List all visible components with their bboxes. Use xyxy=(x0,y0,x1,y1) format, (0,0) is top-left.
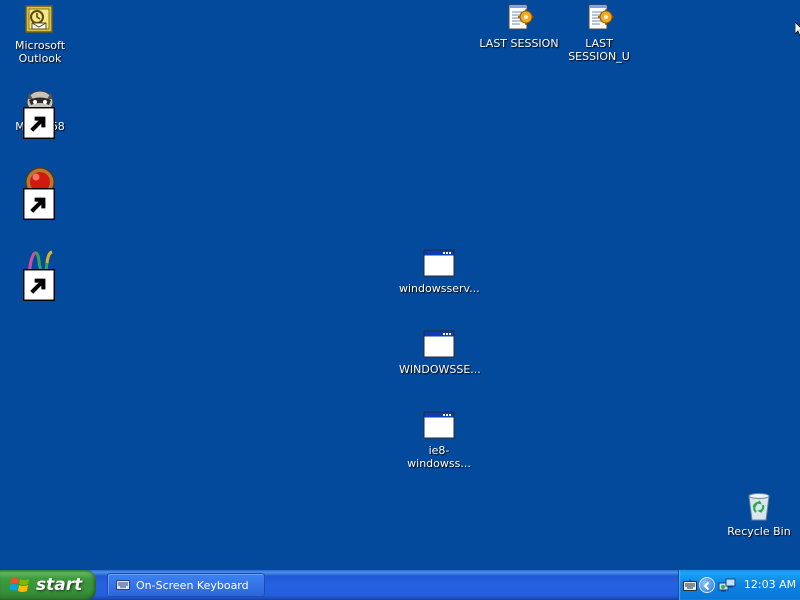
desktop-icon-pego[interactable]: Pego xyxy=(0,166,80,220)
clock[interactable]: 12:03 AM xyxy=(741,570,799,600)
desktop-icon-mypal-68[interactable]: MyPal 68 xyxy=(0,85,80,139)
desktop-icon-label: LAST SESSION_U xyxy=(568,37,630,63)
desktop-icon-ie8-windowss[interactable]: ie8-windowss... xyxy=(399,409,479,470)
desktop-icon-windowsserv[interactable]: windowsserv... xyxy=(399,247,480,295)
network-icon[interactable] xyxy=(718,577,736,593)
desktop-icon-label: Recycle Bin xyxy=(727,525,791,538)
desktop-icon-recycle-bin[interactable]: Recycle Bin xyxy=(719,490,799,538)
keyboard-tray-icon[interactable] xyxy=(683,579,697,591)
shortcut-arrow-icon xyxy=(23,269,55,301)
taskbar: start On-Screen Keyboard 12:03 AM xyxy=(0,570,800,600)
desktop-icon-last-session[interactable]: LAST SESSION xyxy=(479,2,559,50)
text-document-gear-icon xyxy=(503,2,535,34)
desktop[interactable]: Microsoft Outlook MyPal 68 xyxy=(0,0,800,570)
start-label: start xyxy=(36,575,83,595)
show-hidden-icons-chevron-icon[interactable] xyxy=(699,577,715,593)
desktop-icon-last-session-u[interactable]: LAST SESSION_U xyxy=(559,2,639,63)
taskbar-button-on-screen-keyboard[interactable]: On-Screen Keyboard xyxy=(107,573,265,597)
mypal-raccoon-icon xyxy=(23,85,56,139)
desktop-icon-label: WINDOWSSE... xyxy=(399,363,481,376)
application-window-icon xyxy=(423,247,455,279)
start-button[interactable]: start xyxy=(0,570,96,600)
windows-logo-icon xyxy=(10,578,29,592)
desktop-icon-nlite[interactable]: nLite xyxy=(0,247,80,301)
keyboard-icon xyxy=(116,580,130,590)
shortcut-arrow-icon xyxy=(23,188,55,220)
nlite-icon xyxy=(23,247,56,301)
taskbar-button-label: On-Screen Keyboard xyxy=(136,578,249,592)
mouse-cursor-icon xyxy=(795,22,800,36)
desktop-icon-windowsse[interactable]: WINDOWSSE... xyxy=(399,328,481,376)
recycle-bin-icon xyxy=(743,490,775,522)
application-window-icon xyxy=(423,328,455,360)
outlook-icon xyxy=(24,4,56,36)
desktop-icon-label: windowsserv... xyxy=(399,282,480,295)
pego-red-ball-icon xyxy=(23,166,56,220)
desktop-icon-label: Microsoft Outlook xyxy=(14,39,66,65)
application-window-icon xyxy=(423,409,455,441)
desktop-icon-label: ie8-windowss... xyxy=(407,444,471,470)
system-tray: 12:03 AM xyxy=(678,570,800,600)
desktop-icon-label: LAST SESSION xyxy=(479,37,559,50)
text-document-gear-icon xyxy=(583,2,615,34)
desktop-icon-microsoft-outlook[interactable]: Microsoft Outlook xyxy=(0,4,80,65)
shortcut-arrow-icon xyxy=(23,107,55,139)
